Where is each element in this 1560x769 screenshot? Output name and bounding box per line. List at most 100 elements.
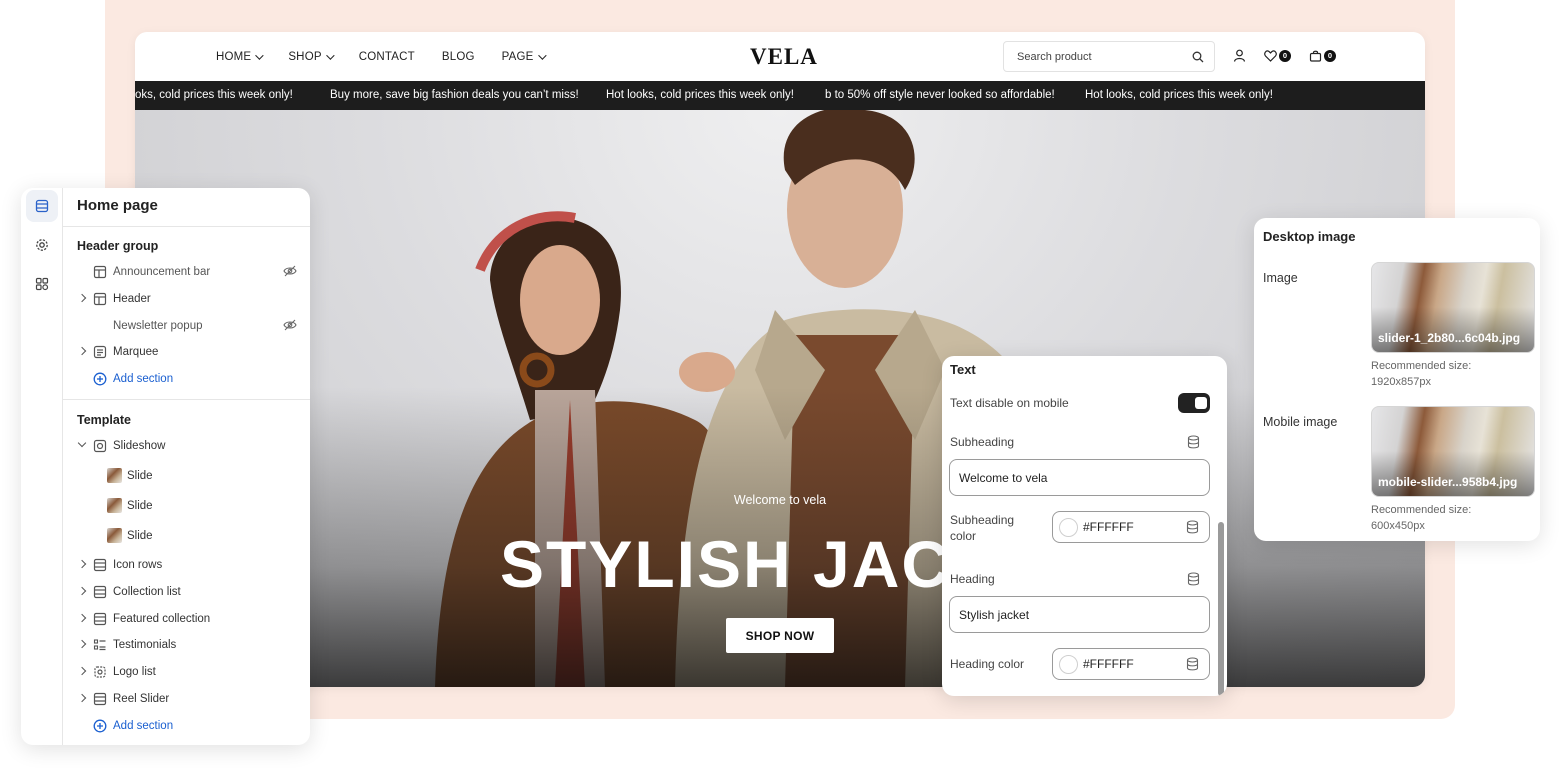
section-label: Logo list (113, 666, 156, 678)
apps-icon (35, 277, 49, 291)
mobile-image-picker[interactable]: mobile-slider...958b4.jpg (1371, 406, 1535, 497)
color-value: #FFFFFF (1083, 520, 1134, 534)
section-icon (93, 612, 107, 626)
menu-item-shop[interactable]: SHOP (288, 50, 335, 63)
cart-button[interactable]: 0 (1309, 49, 1336, 62)
slide-thumbnail (107, 468, 122, 483)
menu-item-page[interactable]: PAGE (502, 50, 547, 63)
text-section-icon (93, 345, 107, 359)
heart-icon (1264, 49, 1277, 62)
search-input[interactable] (1017, 50, 1192, 63)
slideshow-icon (93, 439, 107, 453)
section-label: Icon rows (113, 559, 163, 571)
store-header: HOME SHOP CONTACT BLOG PAGE VELA 0 (135, 32, 1425, 81)
theme-settings-tab[interactable] (26, 229, 58, 261)
list-icon (93, 639, 106, 651)
marquee-text: Hot looks, cold prices this week only! (606, 89, 794, 101)
block-label: Slide (127, 500, 153, 512)
menu-item-contact[interactable]: CONTACT (359, 51, 415, 63)
chevron-right-icon[interactable] (77, 666, 87, 676)
subheading-input[interactable] (949, 459, 1210, 496)
header-group-title: Header group (77, 239, 159, 253)
sections-tab[interactable] (26, 190, 58, 222)
apps-tab[interactable] (26, 268, 58, 300)
section-label: Header (113, 293, 151, 305)
gear-icon (36, 239, 48, 251)
search-icon[interactable] (1192, 51, 1204, 63)
section-icon-rows[interactable]: Icon rows (63, 552, 310, 578)
menu-label: SHOP (288, 50, 322, 63)
add-section-button[interactable]: Add section (63, 713, 310, 739)
section-newsletter-popup[interactable]: Newsletter popup (63, 313, 310, 339)
section-reel-slider[interactable]: Reel Slider (63, 686, 310, 712)
marquee-text: Hot looks, cold prices this week only! (1085, 89, 1273, 101)
block-label: Slide (127, 470, 153, 482)
subheading-color-picker[interactable]: #FFFFFF (1052, 511, 1210, 543)
chevron-right-icon[interactable] (77, 613, 87, 623)
menu-label: BLOG (441, 50, 475, 63)
menu-label: HOME (216, 50, 252, 63)
color-value: #FFFFFF (1083, 657, 1134, 671)
chevron-right-icon[interactable] (77, 293, 87, 303)
desktop-image-panel: Desktop image Image slider-1_2b80...6c04… (1254, 218, 1540, 541)
store-logo[interactable]: VELA (750, 44, 818, 70)
wishlist-button[interactable]: 0 (1264, 49, 1291, 62)
plus-circle-icon (93, 719, 107, 733)
color-swatch[interactable] (1059, 517, 1078, 537)
menu-item-blog[interactable]: BLOG (442, 51, 475, 63)
subheading-color-label: Subheading color (950, 513, 1015, 543)
text-disable-mobile-toggle[interactable] (1178, 393, 1210, 413)
heading-label: Heading (950, 572, 995, 586)
block-slide[interactable]: Slide (63, 463, 310, 489)
logo-icon (94, 666, 106, 678)
dynamic-source-icon[interactable] (1186, 657, 1199, 671)
cart-count-badge: 0 (1324, 49, 1336, 62)
eye-slash-icon[interactable] (283, 319, 297, 331)
chevron-right-icon[interactable] (77, 559, 87, 569)
section-collection-list[interactable]: Collection list (63, 579, 310, 605)
add-section-button[interactable]: Add section (63, 366, 310, 392)
color-swatch[interactable] (1059, 654, 1078, 674)
section-label: Slideshow (113, 440, 166, 452)
panel-title: Text (950, 362, 976, 377)
heading-input[interactable] (949, 596, 1210, 633)
chevron-right-icon[interactable] (77, 639, 87, 649)
section-announcement-bar[interactable]: Announcement bar (63, 259, 310, 285)
chevron-right-icon[interactable] (77, 586, 87, 596)
hero-slideshow[interactable]: Welcome to vela STYLISH JACKET SHOP NOW (135, 110, 1425, 687)
cart-icon (1309, 50, 1322, 62)
page-title: Home page (77, 197, 158, 214)
chevron-down-icon[interactable] (77, 438, 87, 448)
editor-rail (21, 188, 63, 745)
block-label: Slide (127, 530, 153, 542)
subheading-label: Subheading (950, 435, 1015, 449)
menu-item-home[interactable]: HOME (216, 50, 264, 63)
announcement-marquee: oks, cold prices this week only! Buy mor… (135, 81, 1425, 110)
chevron-down-icon (537, 50, 547, 60)
section-header[interactable]: Header (63, 286, 310, 312)
chevron-right-icon[interactable] (77, 693, 87, 703)
dynamic-source-icon[interactable] (1187, 572, 1200, 586)
eye-slash-icon[interactable] (283, 265, 297, 277)
chevron-right-icon[interactable] (77, 346, 87, 356)
search-box (1003, 41, 1215, 72)
block-slide[interactable]: Slide (63, 493, 310, 519)
block-slide[interactable]: Slide (63, 523, 310, 549)
template-group-title: Template (77, 413, 131, 427)
section-marquee[interactable]: Marquee (63, 339, 310, 365)
panel-scrollbar[interactable] (1218, 522, 1224, 696)
dynamic-source-icon[interactable] (1187, 435, 1200, 449)
wishlist-count-badge: 0 (1279, 49, 1291, 62)
section-label: Newsletter popup (113, 320, 203, 332)
shop-now-button[interactable]: SHOP NOW (726, 618, 834, 653)
account-icon[interactable] (1233, 49, 1246, 62)
heading-color-picker[interactable]: #FFFFFF (1052, 648, 1210, 680)
heading-color-label: Heading color (950, 657, 1025, 671)
section-featured-collection[interactable]: Featured collection (63, 606, 310, 632)
section-testimonials[interactable]: Testimonials (63, 632, 310, 658)
marquee-text: oks, cold prices this week only! (135, 89, 293, 101)
desktop-image-picker[interactable]: slider-1_2b80...6c04b.jpg (1371, 262, 1535, 353)
section-slideshow[interactable]: Slideshow (63, 433, 310, 459)
section-logo-list[interactable]: Logo list (63, 659, 310, 685)
dynamic-source-icon[interactable] (1186, 520, 1199, 534)
